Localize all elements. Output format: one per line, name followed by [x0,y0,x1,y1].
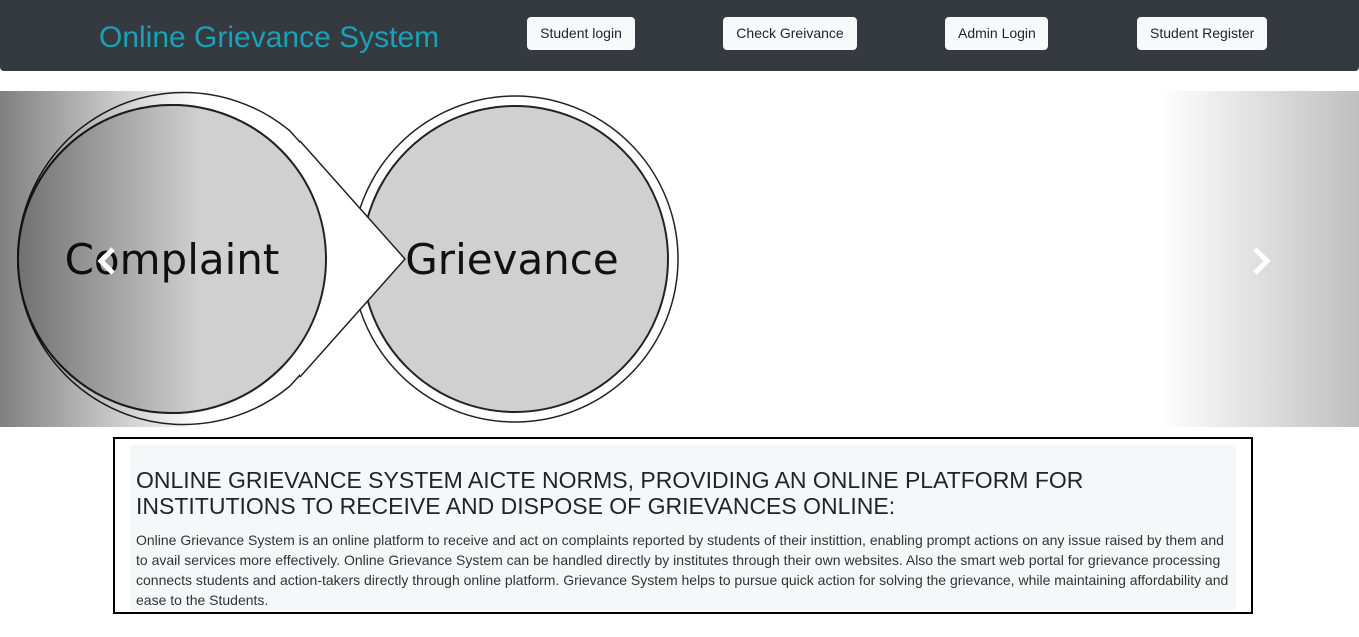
chevron-right-icon[interactable] [1240,241,1280,281]
admin-login-button[interactable]: Admin Login [945,17,1048,50]
brand-title[interactable]: Online Grievance System [99,19,439,57]
info-jumbotron: ONLINE GRIEVANCE SYSTEM AICTE NORMS, PRO… [130,445,1236,610]
info-heading: ONLINE GRIEVANCE SYSTEM AICTE NORMS, PRO… [136,467,1084,519]
check-grievance-button[interactable]: Check Greivance [723,17,857,50]
image-carousel: Complaint Grievance [0,91,1359,427]
student-register-button[interactable]: Student Register [1137,17,1267,50]
chevron-left-icon[interactable] [88,241,128,281]
grievance-label: Grievance [405,235,618,284]
info-section: ONLINE GRIEVANCE SYSTEM AICTE NORMS, PRO… [113,437,1253,614]
top-navbar: Online Grievance System Student login Ch… [0,0,1359,71]
info-paragraph: Online Grievance System is an online pla… [136,532,1229,608]
student-login-button[interactable]: Student login [527,17,635,50]
